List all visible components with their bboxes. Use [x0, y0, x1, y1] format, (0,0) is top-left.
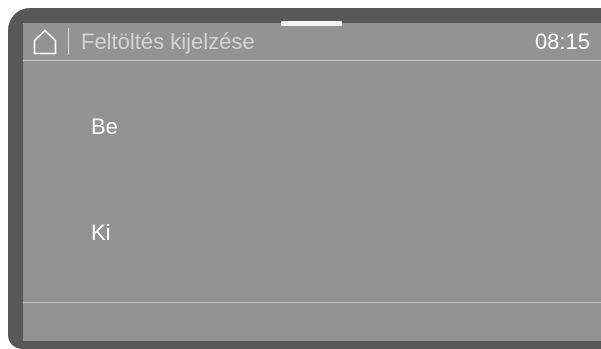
option-on[interactable]: Be [23, 77, 601, 177]
home-icon [33, 29, 57, 55]
option-off[interactable]: Ki [23, 183, 601, 283]
footer-bar [23, 303, 601, 341]
option-on-label: Be [91, 114, 118, 139]
option-list: Be Ki [23, 61, 601, 302]
option-off-label: Ki [91, 220, 111, 245]
page-title: Feltöltés kijelzése [81, 29, 255, 54]
header-divider [68, 28, 69, 55]
home-button[interactable] [33, 29, 57, 55]
header-bar: Feltöltés kijelzése 08:15 [23, 23, 601, 60]
device: Feltöltés kijelzése 08:15 Be Ki [0, 0, 601, 349]
clock: 08:15 [534, 29, 590, 54]
